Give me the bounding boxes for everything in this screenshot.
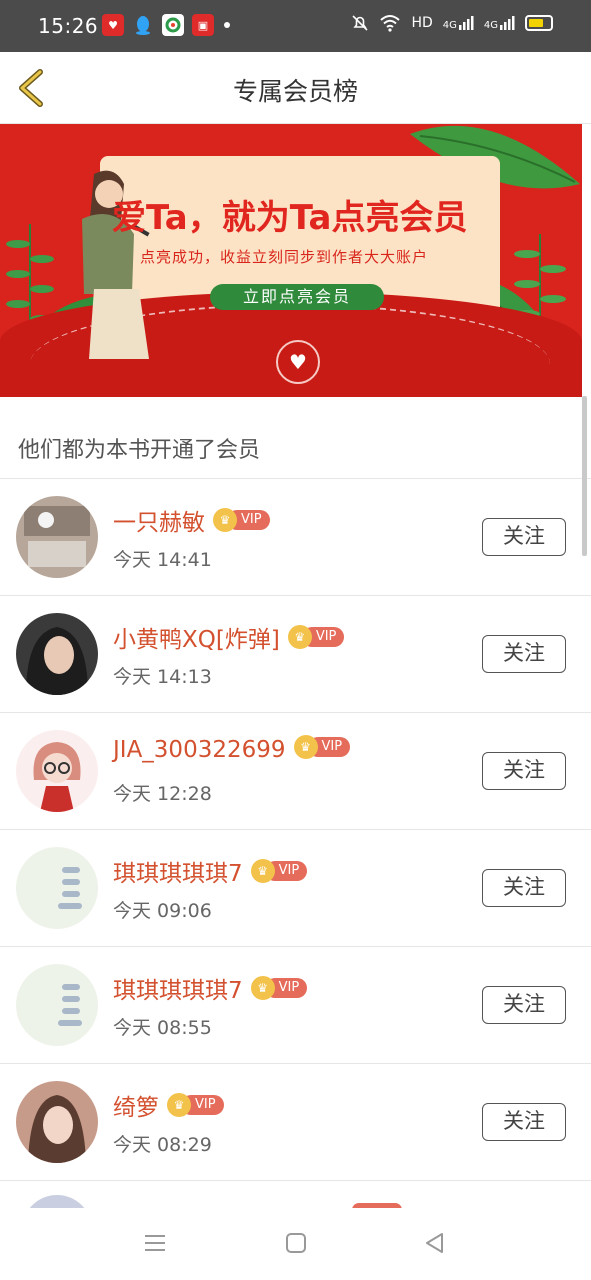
status-bar: 15:26 ♥ ▣ HD 4G 4G [0,0,591,52]
vip-badge: ♛ VIP [213,507,270,532]
wifi-icon [380,15,401,32]
status-right: HD 4G 4G [351,14,553,32]
battery-icon [525,15,553,31]
join-time: 今天 09:06 [113,900,212,922]
section-title: 他们都为本书开通了会员 [18,438,261,463]
signal-1: 4G [443,15,474,31]
follow-button[interactable]: 关注 [482,986,566,1024]
avatar[interactable] [16,613,98,695]
vip-badge: ♛ VIP [250,975,308,1000]
avatar[interactable] [16,730,98,812]
crown-icon: ♛ [293,734,318,759]
news-app-icon: ▣ [192,14,214,36]
member-name[interactable]: 绮箩 ♛ VIP [113,1088,224,1122]
banner-subtitle: 点亮成功，收益立刻同步到作者大大账户 [140,248,429,266]
heart-seal-icon: ♥ [276,340,320,384]
list-item[interactable]: 一只赫敏 ♛ VIP 今天 14:41 关注 [0,479,591,596]
banner-headline: 爱Ta，就为Ta点亮会员 [112,198,468,238]
signal-2: 4G [484,15,515,31]
notification-icons: ♥ ▣ [102,14,230,36]
back-triangle-icon[interactable] [422,1230,448,1256]
avatar[interactable] [16,964,98,1046]
join-time: 今天 08:55 [113,1017,212,1039]
crown-icon: ♛ [167,1092,191,1117]
join-time: 今天 08:29 [113,1134,212,1156]
avatar[interactable] [22,1195,92,1208]
list-item[interactable]: 琪琪琪琪琪7 ♛ VIP 今天 08:55 关注 [0,947,591,1064]
alarm-off-icon [352,15,369,31]
vip-badge: ♛ VIP [293,734,351,759]
status-time: 15:26 [38,14,99,38]
follow-button[interactable]: 关注 [482,1103,566,1141]
menu-icon[interactable] [142,1230,168,1256]
member-list: 一只赫敏 ♛ VIP 今天 14:41 关注 小黄鸭XQ[炸弹] ♛ VIP 今天 14… [0,479,591,1181]
join-time: 今天 14:13 [113,666,212,688]
list-item[interactable]: 绮箩 ♛ VIP 今天 08:29 关注 [0,1064,591,1181]
crown-icon: ♛ [250,858,275,883]
header-bar: 专属会员榜 [0,52,591,124]
follow-button[interactable]: 关注 [482,752,566,790]
vip-badge: ♛ VIP [167,1092,224,1117]
avatar[interactable] [16,1081,98,1163]
crown-icon: ♛ [250,975,275,1000]
heart-app-icon: ♥ [102,14,124,36]
system-nav-bar [0,1208,591,1280]
member-name[interactable]: JIA_300322699 ♛ VIP [113,734,351,763]
join-time: 今天 12:28 [113,783,212,805]
crown-icon: ♛ [213,507,237,532]
avatar[interactable] [16,847,98,929]
more-notifications-dot [224,22,230,28]
crown-icon: ♛ [287,624,312,649]
list-item-partial[interactable] [0,1181,591,1208]
member-name[interactable]: 小黄鸭XQ[炸弹] ♛ VIP [113,620,345,654]
browser-icon [162,14,184,36]
avatar[interactable] [16,496,98,578]
page-title: 专属会员榜 [232,77,358,106]
follow-button[interactable]: 关注 [482,869,566,907]
network-type: HD [411,15,433,31]
follow-button[interactable]: 关注 [482,518,566,556]
member-name[interactable]: 琪琪琪琪琪7 ♛ VIP [113,854,308,888]
member-banner[interactable]: ♥ 爱Ta，就为Ta点亮会员 点亮成功，收益立刻同步到作者大大账户 立即点亮会员 [0,124,582,397]
member-name[interactable]: 一只赫敏 ♛ VIP [113,503,270,537]
light-up-membership-button[interactable]: 立即点亮会员 [210,284,384,310]
qq-icon [132,14,154,36]
member-name[interactable]: 琪琪琪琪琪7 ♛ VIP [113,971,308,1005]
home-square-icon[interactable] [283,1230,309,1256]
vip-badge: ♛ VIP [287,624,345,649]
follow-button[interactable]: 关注 [482,635,566,673]
vip-badge: ♛ VIP [250,858,308,883]
list-item[interactable]: JIA_300322699 ♛ VIP 今天 12:28 关注 [0,713,591,830]
join-time: 今天 14:41 [113,549,212,571]
list-item[interactable]: 琪琪琪琪琪7 ♛ VIP 今天 09:06 关注 [0,830,591,947]
list-item[interactable]: 小黄鸭XQ[炸弹] ♛ VIP 今天 14:13 关注 [0,596,591,713]
